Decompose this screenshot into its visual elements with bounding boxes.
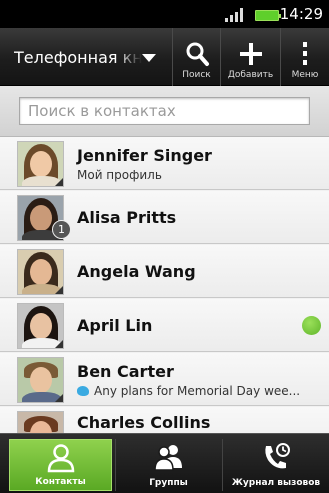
status-update-text: Any plans for Memorial Day wee...: [94, 384, 301, 398]
notification-badge: 1: [52, 220, 71, 239]
overflow-menu-icon: [303, 42, 307, 65]
tab-contacts[interactable]: Контакты: [9, 439, 112, 491]
contact-name: April Lin: [77, 316, 153, 335]
contact-row[interactable]: Angela Wang: [0, 245, 329, 298]
contact-name: Angela Wang: [77, 262, 196, 281]
contact-name: Jennifer Singer: [77, 146, 212, 165]
contact-name: Alisa Pritts: [77, 208, 177, 227]
tab-label: Контакты: [35, 477, 86, 487]
avatar: [17, 357, 64, 403]
add-label: Добавить: [227, 70, 274, 80]
search-button[interactable]: Поиск: [172, 28, 220, 86]
contacts-search-input[interactable]: Поиск в контактах: [19, 97, 310, 125]
plus-icon: [239, 43, 262, 65]
add-contact-button[interactable]: Добавить: [220, 28, 280, 86]
contact-status-update: Any plans for Memorial Day wee...: [77, 384, 322, 398]
tab-label: Группы: [149, 478, 188, 488]
dropdown-caret-icon: [142, 54, 156, 62]
avatar: [17, 249, 64, 295]
twitter-icon: [77, 386, 89, 396]
avatar: [17, 303, 64, 349]
search-label: Поиск: [182, 70, 211, 80]
group-icon: [153, 445, 182, 471]
contact-subtitle: Мой профиль: [77, 168, 162, 182]
clock: 14:29: [279, 5, 323, 23]
contact-name: Charles Collins: [77, 413, 211, 432]
call-history-icon: [265, 443, 290, 469]
contact-row[interactable]: 1 Alisa Pritts: [0, 191, 329, 244]
phonebook-title: Телефонная книга: [14, 47, 142, 67]
search-bar: Поиск в контактах: [0, 86, 329, 137]
contact-row[interactable]: April Lin: [0, 299, 329, 352]
menu-button[interactable]: Меню: [280, 28, 329, 86]
signal-icon: [225, 8, 245, 22]
avatar: [17, 411, 64, 433]
tab-groups[interactable]: Группы: [115, 439, 221, 491]
contact-row[interactable]: Jennifer Singer Мой профиль: [0, 137, 329, 190]
contact-row[interactable]: Charles Collins: [0, 407, 329, 433]
contact-list[interactable]: Jennifer Singer Мой профиль 1 Alisa Prit…: [0, 137, 329, 433]
bottom-tab-bar: Контакты Группы Журнал вызовов: [0, 433, 329, 493]
search-icon: [186, 42, 209, 66]
contact-row[interactable]: Ben Carter Any plans for Memorial Day we…: [0, 353, 329, 406]
action-bar: Телефонная книга Поиск Добавить Меню: [0, 28, 329, 86]
avatar: [17, 141, 64, 187]
contact-name: Ben Carter: [77, 362, 174, 381]
phonebook-selector[interactable]: Телефонная книга: [0, 28, 170, 86]
tab-label: Журнал вызовов: [231, 478, 321, 488]
presence-online-icon: [302, 316, 321, 335]
menu-label: Меню: [291, 70, 319, 80]
status-bar: 14:29: [0, 0, 329, 28]
battery-icon: [255, 10, 281, 21]
tab-call-history[interactable]: Журнал вызовов: [222, 439, 329, 491]
person-icon: [47, 444, 74, 473]
